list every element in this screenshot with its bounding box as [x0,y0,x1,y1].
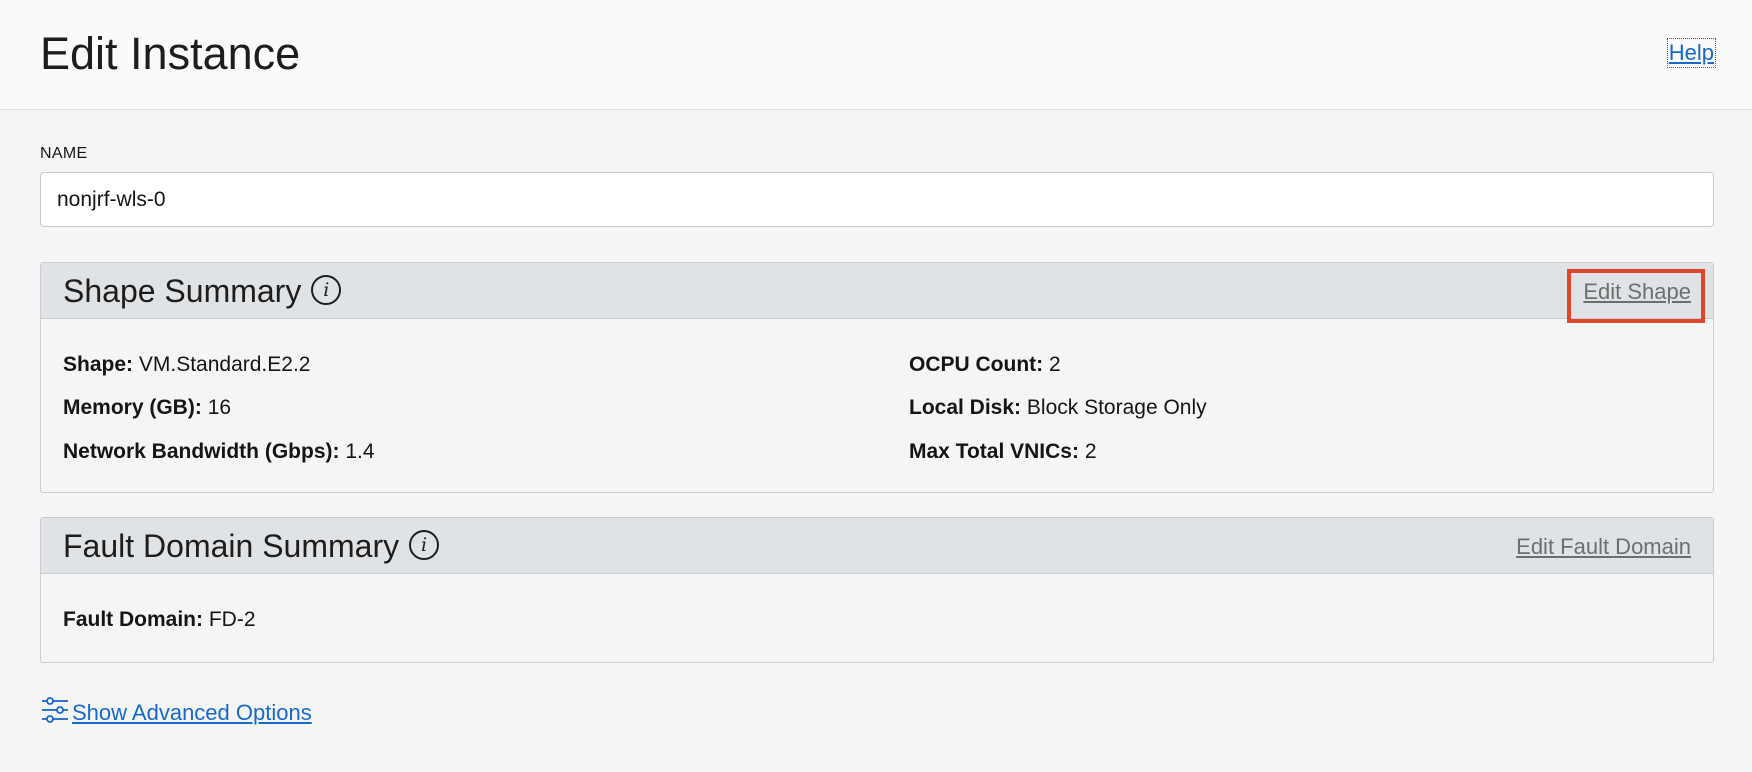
vnics-field-label: Max Total VNICs: [909,440,1079,463]
vnics-field-value: 2 [1084,440,1097,463]
fault-domain-summary-header: Fault Domain Summary i Edit Fault Domain [41,518,1713,574]
sliders-icon [40,695,70,730]
local-disk-field-label: Local Disk: [909,396,1022,419]
memory-field: Memory (GB): 16 [63,396,231,420]
edit-fault-domain-link[interactable]: Edit Fault Domain [1516,534,1691,560]
shape-field: Shape: VM.Standard.E2.2 [63,353,310,377]
info-icon[interactable]: i [311,274,342,305]
fault-domain-summary-title-text: Fault Domain Summary [63,528,400,564]
shape-field-value: VM.Standard.E2.2 [138,353,311,376]
page-title: Edit Instance [40,28,301,79]
local-disk-field-value: Block Storage Only [1026,396,1207,419]
memory-field-label: Memory (GB): [63,396,202,419]
ocpu-field-value: 2 [1049,353,1061,376]
local-disk-field: Local Disk: Block Storage Only [909,396,1207,420]
fault-domain-field-label: Fault Domain: [63,608,203,631]
help-link[interactable]: Help [1666,38,1717,68]
bandwidth-field-label: Network Bandwidth (Gbps): [63,440,340,463]
ocpu-field: OCPU Count: 2 [909,353,1061,377]
name-input[interactable] [40,172,1714,227]
ocpu-field-label: OCPU Count: [909,353,1044,376]
shape-summary-title-text: Shape Summary [63,273,302,309]
shape-field-label: Shape: [63,353,134,376]
fault-domain-field: Fault Domain: FD-2 [63,608,256,632]
vnics-field: Max Total VNICs: 2 [909,440,1097,464]
shape-summary-panel: Shape Summary i Edit Shape Shape: VM.Stan… [40,262,1714,493]
info-icon[interactable]: i [409,529,440,560]
memory-field-value: 16 [207,396,232,419]
fault-domain-field-value: FD-2 [208,608,256,631]
name-field-label: NAME [40,145,88,162]
show-advanced-options[interactable]: Show Advanced Options [40,695,312,730]
shape-summary-header: Shape Summary i Edit Shape [41,263,1713,323]
show-advanced-options-label: Show Advanced Options [72,699,312,725]
bandwidth-field-value: 1.4 [345,440,375,463]
shape-summary-title: Shape Summary i [63,273,342,310]
fault-domain-summary-title: Fault Domain Summary i [63,528,440,565]
page-header: Edit Instance Help [0,0,1752,110]
fault-domain-summary-panel: Fault Domain Summary i Edit Fault Domain … [40,517,1714,663]
edit-shape-link[interactable]: Edit Shape [1583,279,1691,305]
bandwidth-field: Network Bandwidth (Gbps): 1.4 [63,440,375,464]
